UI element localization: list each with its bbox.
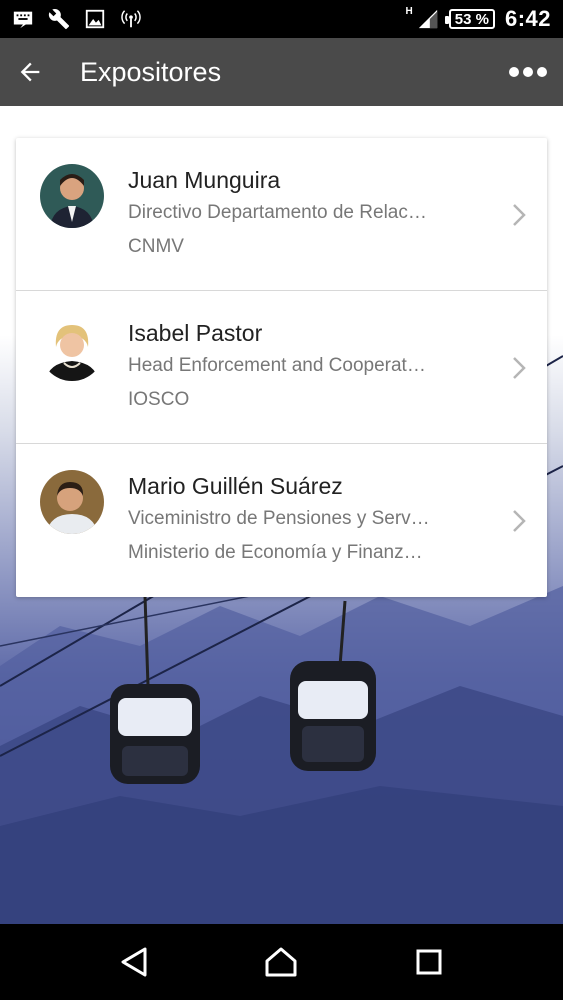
home-icon	[265, 947, 297, 977]
list-item[interactable]: Isabel Pastor Head Enforcement and Coope…	[16, 291, 547, 444]
signal-icon	[418, 9, 437, 29]
exhibitor-name: Mario Guillén Suárez	[128, 473, 343, 499]
keyboard-icon	[13, 11, 33, 29]
exhibitor-organization: IOSCO	[128, 389, 190, 410]
exhibitors-list: Juan Munguira Directivo Departamento de …	[16, 138, 547, 597]
more-horizontal-icon	[509, 67, 547, 77]
status-bar: H 53 % 6:42	[0, 0, 563, 38]
list-item[interactable]: Mario Guillén Suárez Viceministro de Pen…	[16, 444, 547, 597]
clock: 6:42	[504, 6, 551, 31]
more-options-button[interactable]	[493, 38, 563, 106]
exhibitor-role: Head Enforcement and Cooperat…	[128, 355, 426, 376]
nav-home-button[interactable]	[251, 932, 311, 992]
exhibitor-role: Directivo Departamento de Relac…	[128, 202, 427, 223]
avatar	[40, 470, 104, 534]
exhibitor-name: Juan Munguira	[128, 167, 281, 193]
exhibitor-role: Viceministro de Pensiones y Serv…	[128, 508, 430, 529]
avatar	[40, 164, 104, 228]
image-icon	[85, 9, 105, 29]
chevron-right-icon	[513, 510, 526, 532]
nav-recents-button[interactable]	[399, 932, 459, 992]
system-nav-bar	[0, 924, 563, 1000]
back-triangle-icon	[121, 947, 147, 977]
back-button[interactable]	[0, 38, 60, 106]
arrow-back-icon	[20, 62, 40, 82]
wrench-icon	[48, 9, 70, 30]
nav-back-button[interactable]	[104, 932, 164, 992]
battery-indicator: 53 %	[444, 9, 495, 29]
hotspot-icon	[121, 10, 141, 28]
content-area: Juan Munguira Directivo Departamento de …	[0, 106, 563, 924]
exhibitor-organization: Ministerio de Economía y Finanz…	[128, 542, 423, 563]
avatar	[40, 317, 104, 381]
exhibitor-name: Isabel Pastor	[128, 320, 263, 346]
list-item[interactable]: Juan Munguira Directivo Departamento de …	[16, 138, 547, 291]
page-title: Expositores	[80, 56, 222, 87]
network-type: H	[405, 5, 413, 17]
exhibitor-organization: CNMV	[128, 236, 184, 257]
chevron-right-icon	[513, 204, 526, 226]
recents-square-icon	[416, 949, 442, 975]
app-bar: Expositores	[0, 38, 563, 106]
chevron-right-icon	[513, 357, 526, 379]
